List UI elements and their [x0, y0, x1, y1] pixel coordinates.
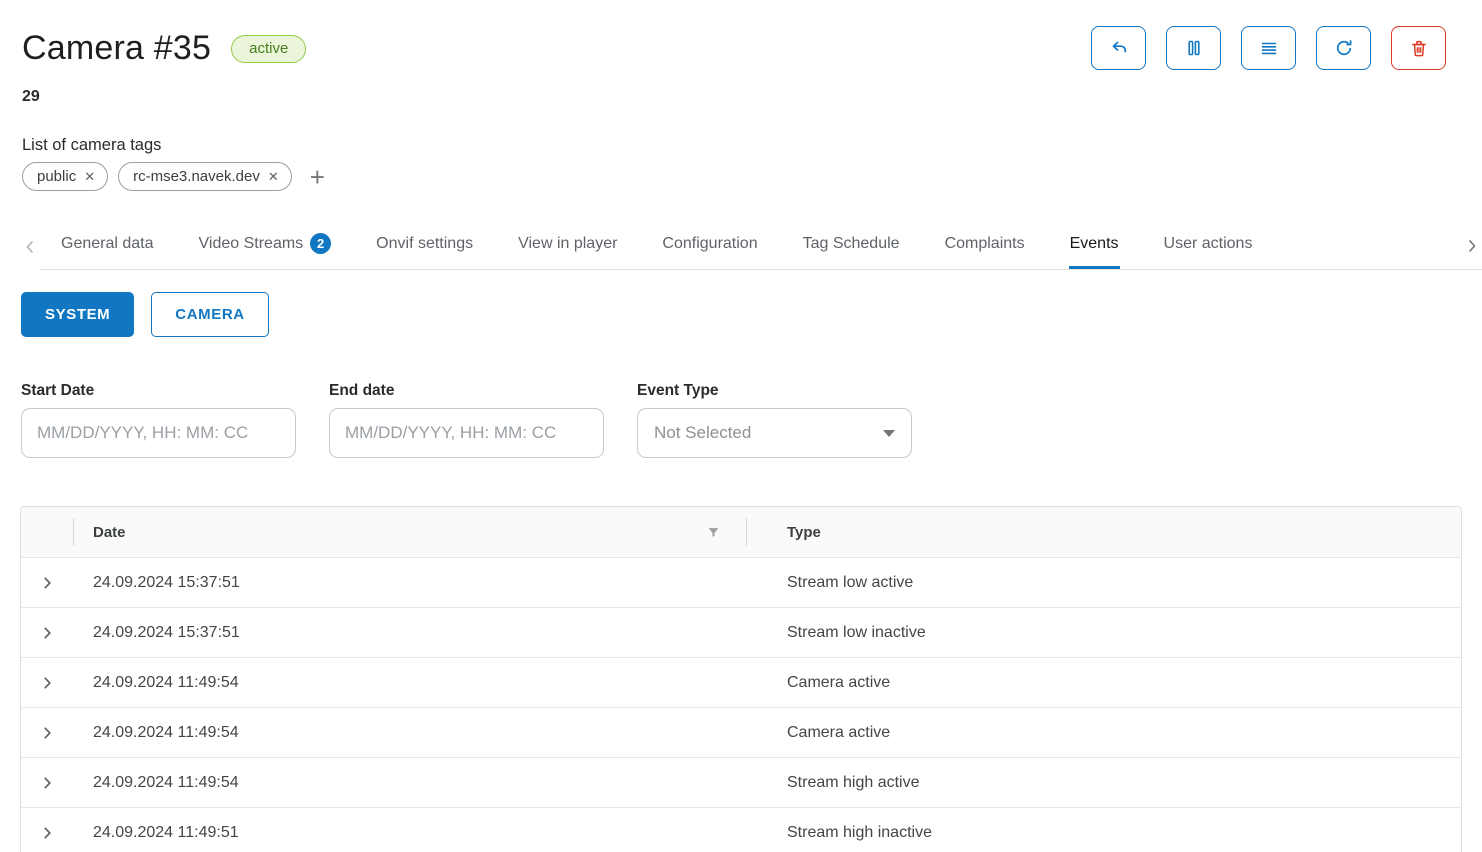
- tab-label: Events: [1070, 235, 1119, 253]
- start-date-field-group: Start Date: [21, 382, 296, 458]
- event-type-label: Event Type: [637, 382, 912, 400]
- refresh-icon: [1333, 37, 1355, 59]
- chevron-right-icon: [39, 575, 55, 591]
- status-badge: active: [231, 35, 306, 63]
- trash-icon: [1408, 37, 1430, 59]
- tab-bar: General data Video Streams 2 Onvif setti…: [20, 223, 1482, 270]
- undo-button[interactable]: [1091, 26, 1146, 70]
- end-date-field-group: End date: [329, 382, 604, 458]
- event-date-cell: 24.09.2024 15:37:51: [73, 574, 746, 592]
- tab-label: General data: [61, 235, 154, 253]
- tab-label: View in player: [518, 235, 617, 253]
- page-header: Camera #35 active: [0, 0, 1482, 191]
- event-type-cell: Stream low inactive: [746, 624, 1461, 642]
- tag-chip[interactable]: rc-mse3.navek.dev ✕: [118, 162, 292, 191]
- end-date-label: End date: [329, 382, 604, 400]
- tag-chips: public ✕ rc-mse3.navek.dev ✕ +: [22, 162, 1446, 191]
- row-expand-button[interactable]: [21, 558, 73, 607]
- tab-label: Configuration: [662, 235, 757, 253]
- event-date-cell: 24.09.2024 15:37:51: [73, 624, 746, 642]
- delete-button[interactable]: [1391, 26, 1446, 70]
- event-date-cell: 24.09.2024 11:49:54: [73, 674, 746, 692]
- end-date-input[interactable]: [329, 408, 604, 458]
- start-date-input[interactable]: [21, 408, 296, 458]
- event-type-select[interactable]: Not Selected: [637, 408, 912, 458]
- event-type-field-group: Event Type Not Selected: [637, 382, 912, 458]
- tabs-scroll-left-button[interactable]: [20, 223, 40, 270]
- tab[interactable]: Configuration: [661, 225, 758, 268]
- event-date-cell: 24.09.2024 11:49:54: [73, 774, 746, 792]
- tab-label: Tag Schedule: [803, 235, 900, 253]
- tag-chip-label: rc-mse3.navek.dev: [133, 168, 260, 185]
- chevron-left-icon: [22, 239, 38, 255]
- chevron-right-icon: [39, 625, 55, 641]
- chevron-right-icon: [39, 675, 55, 691]
- row-expand-button[interactable]: [21, 708, 73, 757]
- date-column-header: Date: [93, 524, 126, 541]
- tab[interactable]: Tag Schedule: [802, 225, 901, 268]
- dropdown-caret-icon: [883, 430, 895, 437]
- event-type-cell: Stream low active: [746, 574, 1461, 592]
- tab-label: User actions: [1164, 235, 1253, 253]
- chip-close-icon[interactable]: ✕: [84, 170, 95, 183]
- camera-button[interactable]: CAMERA: [151, 292, 268, 337]
- chip-close-icon[interactable]: ✕: [268, 170, 279, 183]
- pause-button[interactable]: [1166, 26, 1221, 70]
- tab[interactable]: Video Streams 2: [198, 223, 333, 269]
- tab[interactable]: View in player: [517, 225, 618, 268]
- chevron-right-icon: [39, 775, 55, 791]
- pause-icon: [1183, 37, 1205, 59]
- tab[interactable]: Complaints: [944, 225, 1026, 268]
- event-source-toggle: SYSTEM CAMERA: [21, 292, 1482, 337]
- row-expand-button[interactable]: [21, 758, 73, 807]
- chevron-right-icon: [39, 725, 55, 741]
- event-type-cell: Camera active: [746, 674, 1461, 692]
- tab[interactable]: Onvif settings: [375, 225, 474, 268]
- add-tag-icon[interactable]: +: [310, 167, 325, 187]
- tab-count-badge: 2: [310, 233, 331, 254]
- event-filters: Start Date End date Event Type Not Selec…: [21, 382, 1482, 458]
- undo-icon: [1108, 37, 1130, 59]
- tag-chip-label: public: [37, 168, 76, 185]
- filter-funnel-icon[interactable]: [707, 526, 720, 539]
- tabs-scroll-right-button[interactable]: [1462, 238, 1482, 254]
- event-table-row[interactable]: 24.09.2024 11:49:51 Stream high inactive: [21, 807, 1461, 852]
- camera-number: 29: [22, 88, 1446, 106]
- tags-label: List of camera tags: [22, 136, 1446, 155]
- system-button[interactable]: SYSTEM: [21, 292, 134, 337]
- event-type-value: Not Selected: [654, 423, 751, 443]
- start-date-label: Start Date: [21, 382, 296, 400]
- list-icon: [1258, 37, 1280, 59]
- event-date-cell: 24.09.2024 11:49:51: [73, 824, 746, 842]
- refresh-button[interactable]: [1316, 26, 1371, 70]
- row-expand-button[interactable]: [21, 658, 73, 707]
- table-header-row: Date Type: [21, 507, 1461, 557]
- tab[interactable]: General data: [60, 225, 155, 268]
- event-table-row[interactable]: 24.09.2024 15:37:51 Stream low active: [21, 557, 1461, 607]
- event-type-cell: Stream high active: [746, 774, 1461, 792]
- chevron-right-icon: [39, 825, 55, 841]
- tab-label: Complaints: [945, 235, 1025, 253]
- event-date-cell: 24.09.2024 11:49:54: [73, 724, 746, 742]
- tag-chip[interactable]: public ✕: [22, 162, 108, 191]
- event-table-row[interactable]: 24.09.2024 11:49:54 Camera active: [21, 657, 1461, 707]
- event-table-row[interactable]: 24.09.2024 11:49:54 Stream high active: [21, 757, 1461, 807]
- chevron-right-icon: [1464, 238, 1480, 254]
- event-type-cell: Camera active: [746, 724, 1461, 742]
- page-title: Camera #35: [22, 29, 211, 68]
- type-column-header: Type: [787, 524, 821, 541]
- tab-label: Onvif settings: [376, 235, 473, 253]
- camera-details-page: Camera #35 active: [0, 0, 1482, 852]
- event-table-row[interactable]: 24.09.2024 11:49:54 Camera active: [21, 707, 1461, 757]
- header-toolbar: [1091, 26, 1446, 70]
- tab[interactable]: User actions: [1163, 225, 1254, 268]
- event-type-cell: Stream high inactive: [746, 824, 1461, 842]
- tab[interactable]: Events: [1069, 225, 1120, 268]
- list-button[interactable]: [1241, 26, 1296, 70]
- tab-label: Video Streams: [199, 235, 304, 253]
- row-expand-button[interactable]: [21, 608, 73, 657]
- events-table: Date Type 24.09.2024 15:37:51: [20, 506, 1462, 852]
- event-table-row[interactable]: 24.09.2024 15:37:51 Stream low inactive: [21, 607, 1461, 657]
- row-expand-button[interactable]: [21, 808, 73, 852]
